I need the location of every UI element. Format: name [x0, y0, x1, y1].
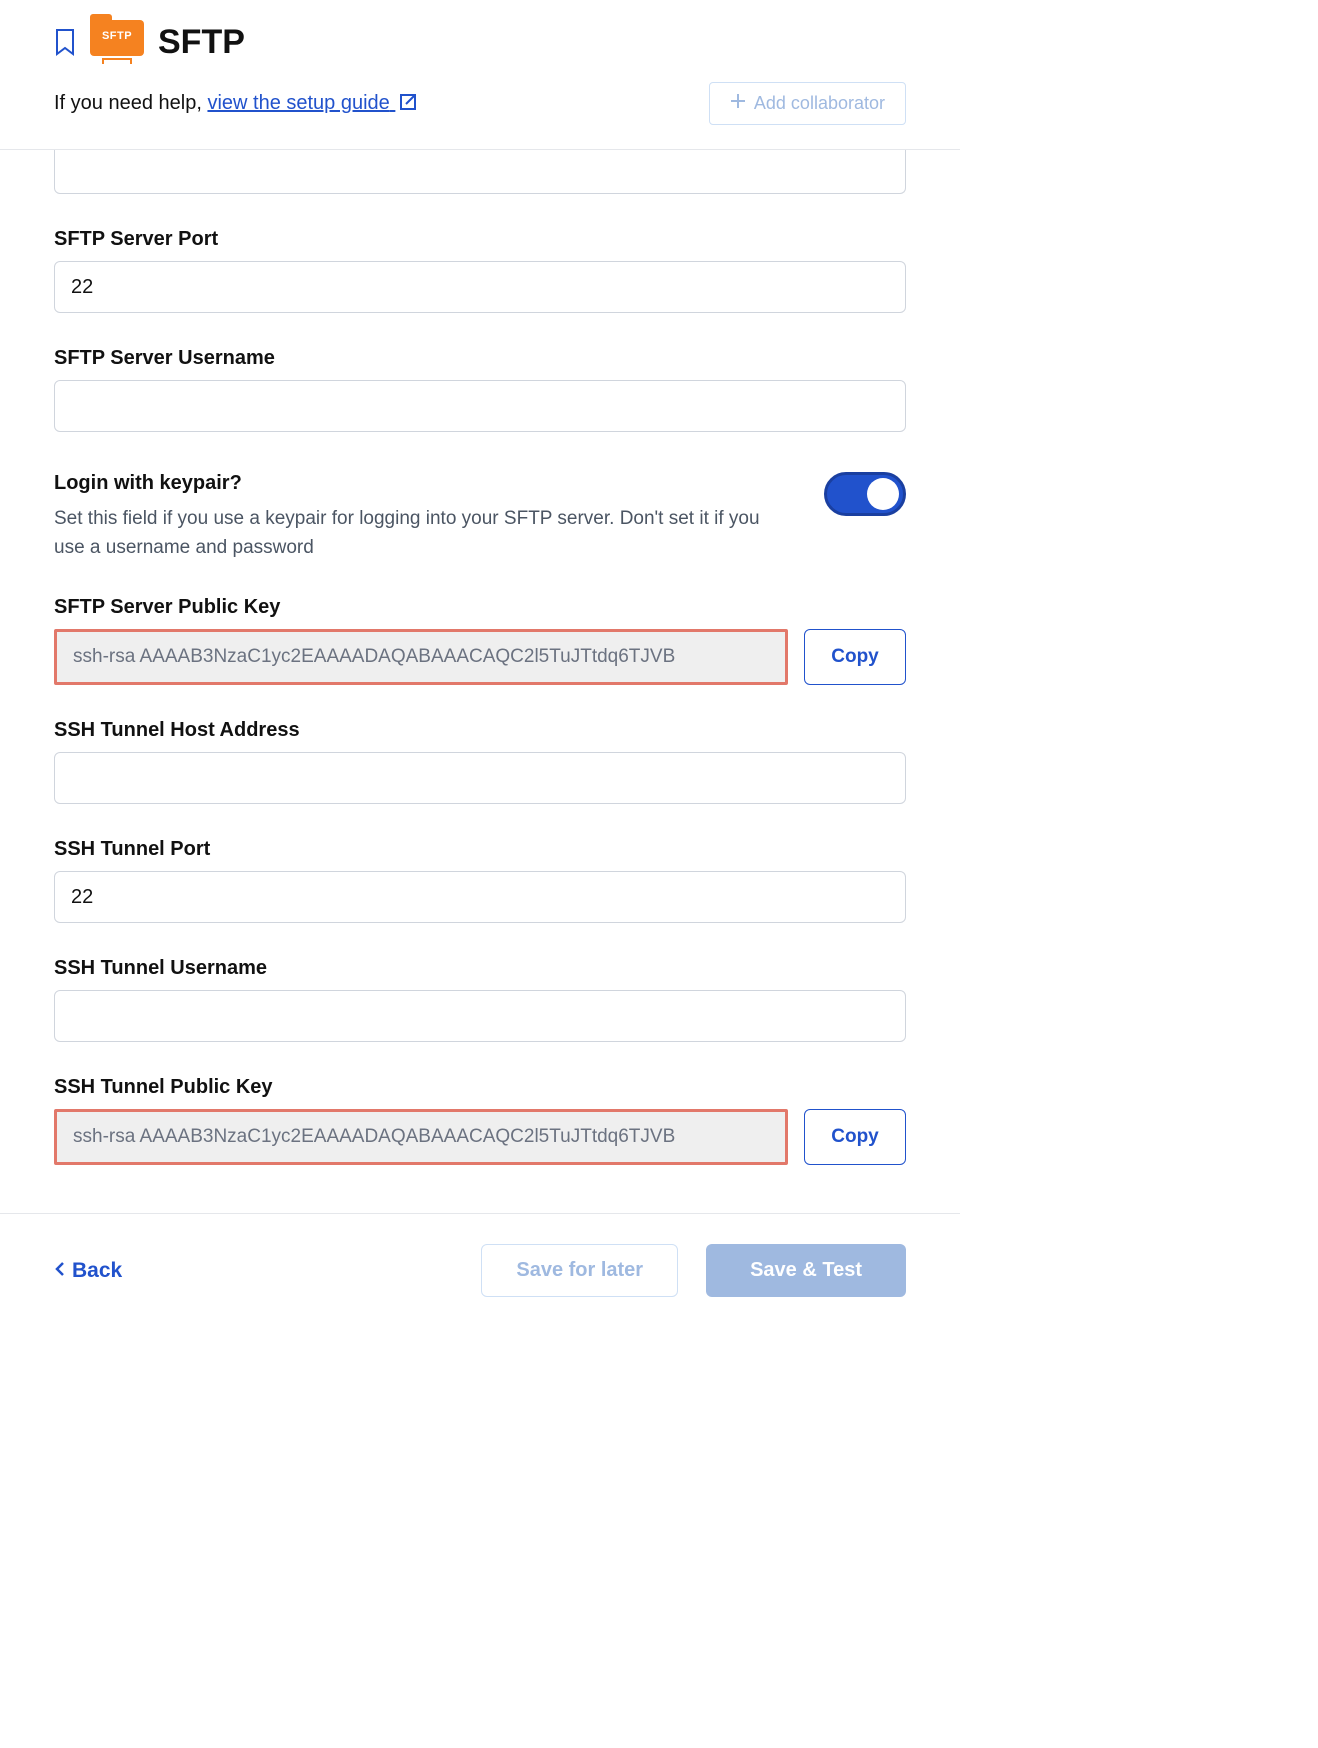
ssh-host-input[interactable]: [54, 752, 906, 804]
server-username-label: SFTP Server Username: [54, 347, 906, 370]
ssh-username-input[interactable]: [54, 990, 906, 1042]
copy-server-key-button[interactable]: Copy: [804, 629, 906, 685]
server-username-input[interactable]: [54, 380, 906, 432]
add-collaborator-button[interactable]: Add collaborator: [709, 82, 906, 125]
ssh-username-label: SSH Tunnel Username: [54, 957, 906, 980]
form: SFTP Server Port SFTP Server Username Lo…: [0, 150, 960, 1165]
server-port-input[interactable]: [54, 261, 906, 313]
setup-guide-link[interactable]: view the setup guide: [207, 92, 417, 114]
page-title: SFTP: [158, 23, 245, 62]
login-keypair-toggle[interactable]: [824, 472, 906, 516]
login-keypair-label: Login with keypair?: [54, 472, 794, 495]
previous-field-input[interactable]: [54, 150, 906, 194]
help-text: If you need help, view the setup guide: [54, 92, 417, 115]
bookmark-icon[interactable]: [54, 28, 76, 56]
page-header: SFTP SFTP If you need help, view the set…: [0, 0, 960, 150]
back-button[interactable]: Back: [54, 1259, 122, 1283]
server-port-label: SFTP Server Port: [54, 228, 906, 251]
ssh-port-label: SSH Tunnel Port: [54, 838, 906, 861]
chevron-left-icon: [54, 1259, 66, 1283]
ssh-host-label: SSH Tunnel Host Address: [54, 719, 906, 742]
server-public-key-value: ssh-rsa AAAAB3NzaC1yc2EAAAADAQABAAACAQC2…: [54, 629, 788, 685]
sftp-logo-icon: SFTP: [90, 20, 144, 64]
ssh-public-key-value: ssh-rsa AAAAB3NzaC1yc2EAAAADAQABAAACAQC2…: [54, 1109, 788, 1165]
ssh-port-input[interactable]: [54, 871, 906, 923]
copy-ssh-key-button[interactable]: Copy: [804, 1109, 906, 1165]
toggle-knob: [867, 478, 899, 510]
ssh-public-key-label: SSH Tunnel Public Key: [54, 1076, 906, 1099]
save-and-test-button[interactable]: Save & Test: [706, 1244, 906, 1297]
server-public-key-label: SFTP Server Public Key: [54, 596, 906, 619]
plus-icon: [730, 93, 746, 114]
save-for-later-button[interactable]: Save for later: [481, 1244, 678, 1297]
login-keypair-description: Set this field if you use a keypair for …: [54, 505, 794, 562]
footer: Back Save for later Save & Test: [0, 1213, 960, 1337]
